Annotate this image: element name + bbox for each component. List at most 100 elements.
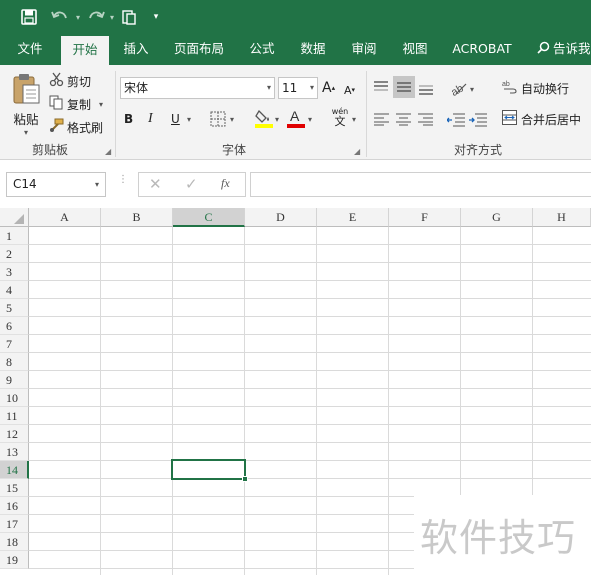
decrease-indent-icon[interactable] bbox=[447, 110, 465, 128]
underline-button[interactable]: U bbox=[171, 109, 185, 129]
row-header[interactable]: 12 bbox=[0, 425, 29, 443]
column-header-a[interactable]: A bbox=[29, 208, 101, 227]
row-header[interactable]: 3 bbox=[0, 263, 29, 281]
select-all-corner[interactable] bbox=[0, 208, 29, 227]
row-header[interactable]: 17 bbox=[0, 515, 29, 533]
tab-file[interactable]: 文件 bbox=[8, 34, 52, 65]
align-middle-icon[interactable] bbox=[393, 76, 415, 98]
clipboard-launcher-icon[interactable]: ◢ bbox=[105, 147, 111, 156]
formula-input[interactable] bbox=[250, 172, 591, 197]
row-header[interactable]: 6 bbox=[0, 317, 29, 335]
enter-icon[interactable]: ✓ bbox=[185, 175, 198, 193]
row-header[interactable]: 5 bbox=[0, 299, 29, 317]
tab-home[interactable]: 开始 bbox=[61, 36, 109, 65]
font-size-combobox[interactable]: 11 ▾ bbox=[278, 77, 318, 99]
font-size-dropdown-icon[interactable]: ▾ bbox=[310, 78, 314, 98]
italic-button[interactable]: I bbox=[148, 109, 162, 129]
row-header[interactable]: 15 bbox=[0, 479, 29, 497]
undo-dropdown-icon[interactable]: ▾ bbox=[73, 7, 83, 27]
gridline bbox=[29, 262, 591, 263]
font-color-dropdown-icon[interactable]: ▾ bbox=[308, 111, 312, 127]
font-color-icon[interactable]: A bbox=[287, 108, 305, 128]
column-header-g[interactable]: G bbox=[461, 208, 533, 227]
align-bottom-icon[interactable] bbox=[418, 81, 434, 97]
align-right-icon[interactable] bbox=[418, 111, 433, 127]
redo-icon[interactable] bbox=[84, 7, 108, 27]
fill-handle[interactable] bbox=[242, 476, 248, 482]
font-name-dropdown-icon[interactable]: ▾ bbox=[267, 78, 271, 98]
tab-review[interactable]: 审阅 bbox=[343, 34, 385, 65]
column-header-d[interactable]: D bbox=[245, 208, 317, 227]
undo-icon[interactable] bbox=[48, 7, 72, 27]
paste-button[interactable]: 粘贴 ▾ bbox=[8, 71, 44, 141]
row-header[interactable]: 2 bbox=[0, 245, 29, 263]
title-bar: ▾ ▾ ▾ bbox=[0, 0, 591, 34]
align-left-icon[interactable] bbox=[374, 111, 389, 127]
tab-view[interactable]: 视图 bbox=[394, 34, 436, 65]
save-icon[interactable] bbox=[18, 7, 40, 27]
font-launcher-icon[interactable]: ◢ bbox=[354, 147, 360, 156]
tab-tell-me[interactable]: 告诉我 bbox=[537, 34, 591, 65]
tab-formulas[interactable]: 公式 bbox=[241, 34, 283, 65]
borders-dropdown-icon[interactable]: ▾ bbox=[230, 111, 234, 127]
row-header[interactable]: 11 bbox=[0, 407, 29, 425]
orientation-icon[interactable]: ab bbox=[450, 79, 468, 97]
name-box-value: C14 bbox=[13, 177, 37, 191]
row-header[interactable]: 13 bbox=[0, 443, 29, 461]
column-header-b[interactable]: B bbox=[101, 208, 173, 227]
clipboard-group-label: 剪贴板 bbox=[32, 143, 69, 157]
redo-dropdown-icon[interactable]: ▾ bbox=[107, 7, 117, 27]
column-header-f[interactable]: F bbox=[389, 208, 461, 227]
fill-color-icon[interactable] bbox=[255, 108, 273, 128]
row-header[interactable]: 7 bbox=[0, 335, 29, 353]
name-box-dropdown-icon[interactable]: ▾ bbox=[95, 173, 99, 196]
tab-page-layout[interactable]: 页面布局 bbox=[168, 34, 230, 65]
name-box[interactable]: C14 ▾ bbox=[6, 172, 106, 197]
tab-insert[interactable]: 插入 bbox=[115, 34, 157, 65]
row-header[interactable]: 8 bbox=[0, 353, 29, 371]
column-header-c[interactable]: C bbox=[173, 208, 245, 227]
underline-dropdown-icon[interactable]: ▾ bbox=[187, 111, 191, 127]
cancel-icon[interactable]: ✕ bbox=[149, 175, 162, 193]
row-header[interactable]: 10 bbox=[0, 389, 29, 407]
row-header[interactable]: 18 bbox=[0, 533, 29, 551]
copy-dropdown-icon[interactable]: ▾ bbox=[99, 100, 103, 109]
row-header[interactable]: 9 bbox=[0, 371, 29, 389]
cut-button[interactable]: 剪切 bbox=[49, 71, 91, 91]
row-header-active[interactable]: 14 bbox=[0, 461, 29, 479]
copy-button[interactable]: 复制 ▾ bbox=[49, 94, 103, 114]
phonetic-guide-icon[interactable]: wén 文 bbox=[330, 107, 350, 131]
gridline bbox=[29, 280, 591, 281]
row-header[interactable]: 19 bbox=[0, 551, 29, 569]
wrap-text-button[interactable]: ab 自动换行 bbox=[502, 78, 569, 98]
customize-dropdown-icon[interactable]: ▾ bbox=[150, 7, 162, 27]
tab-data[interactable]: 数据 bbox=[292, 34, 334, 65]
phonetic-dropdown-icon[interactable]: ▾ bbox=[352, 111, 356, 127]
formula-bar-grip-icon[interactable]: ⋮ bbox=[118, 174, 128, 185]
decrease-font-size-icon[interactable]: A ▾ bbox=[344, 80, 362, 100]
column-header-h[interactable]: H bbox=[533, 208, 591, 227]
merge-center-label: 合并后居中 bbox=[521, 112, 582, 127]
orientation-dropdown-icon[interactable]: ▾ bbox=[470, 82, 474, 96]
align-top-icon[interactable] bbox=[373, 79, 389, 95]
merge-center-button[interactable]: 合并后居中 bbox=[502, 109, 581, 129]
bold-button[interactable]: B bbox=[124, 109, 138, 129]
insert-function-icon[interactable]: fx bbox=[221, 176, 230, 191]
align-center-icon[interactable] bbox=[396, 111, 411, 127]
font-name-combobox[interactable]: 宋体 ▾ bbox=[120, 77, 275, 99]
increase-indent-icon[interactable] bbox=[469, 110, 487, 128]
borders-icon[interactable] bbox=[210, 110, 226, 128]
format-painter-button[interactable]: 格式刷 bbox=[49, 117, 103, 137]
clipboard-icon[interactable] bbox=[118, 7, 140, 27]
row-header[interactable]: 1 bbox=[0, 227, 29, 245]
tab-acrobat[interactable]: ACROBAT bbox=[446, 34, 518, 65]
increase-font-size-icon[interactable]: A ▴ bbox=[322, 78, 340, 98]
fill-color-dropdown-icon[interactable]: ▾ bbox=[275, 111, 279, 127]
active-cell[interactable] bbox=[171, 459, 246, 480]
gridline bbox=[29, 316, 591, 317]
row-header[interactable]: 4 bbox=[0, 281, 29, 299]
column-header-e[interactable]: E bbox=[317, 208, 389, 227]
row-header[interactable]: 16 bbox=[0, 497, 29, 515]
font-name-value: 宋体 bbox=[124, 81, 149, 95]
cut-label: 剪切 bbox=[67, 74, 92, 89]
